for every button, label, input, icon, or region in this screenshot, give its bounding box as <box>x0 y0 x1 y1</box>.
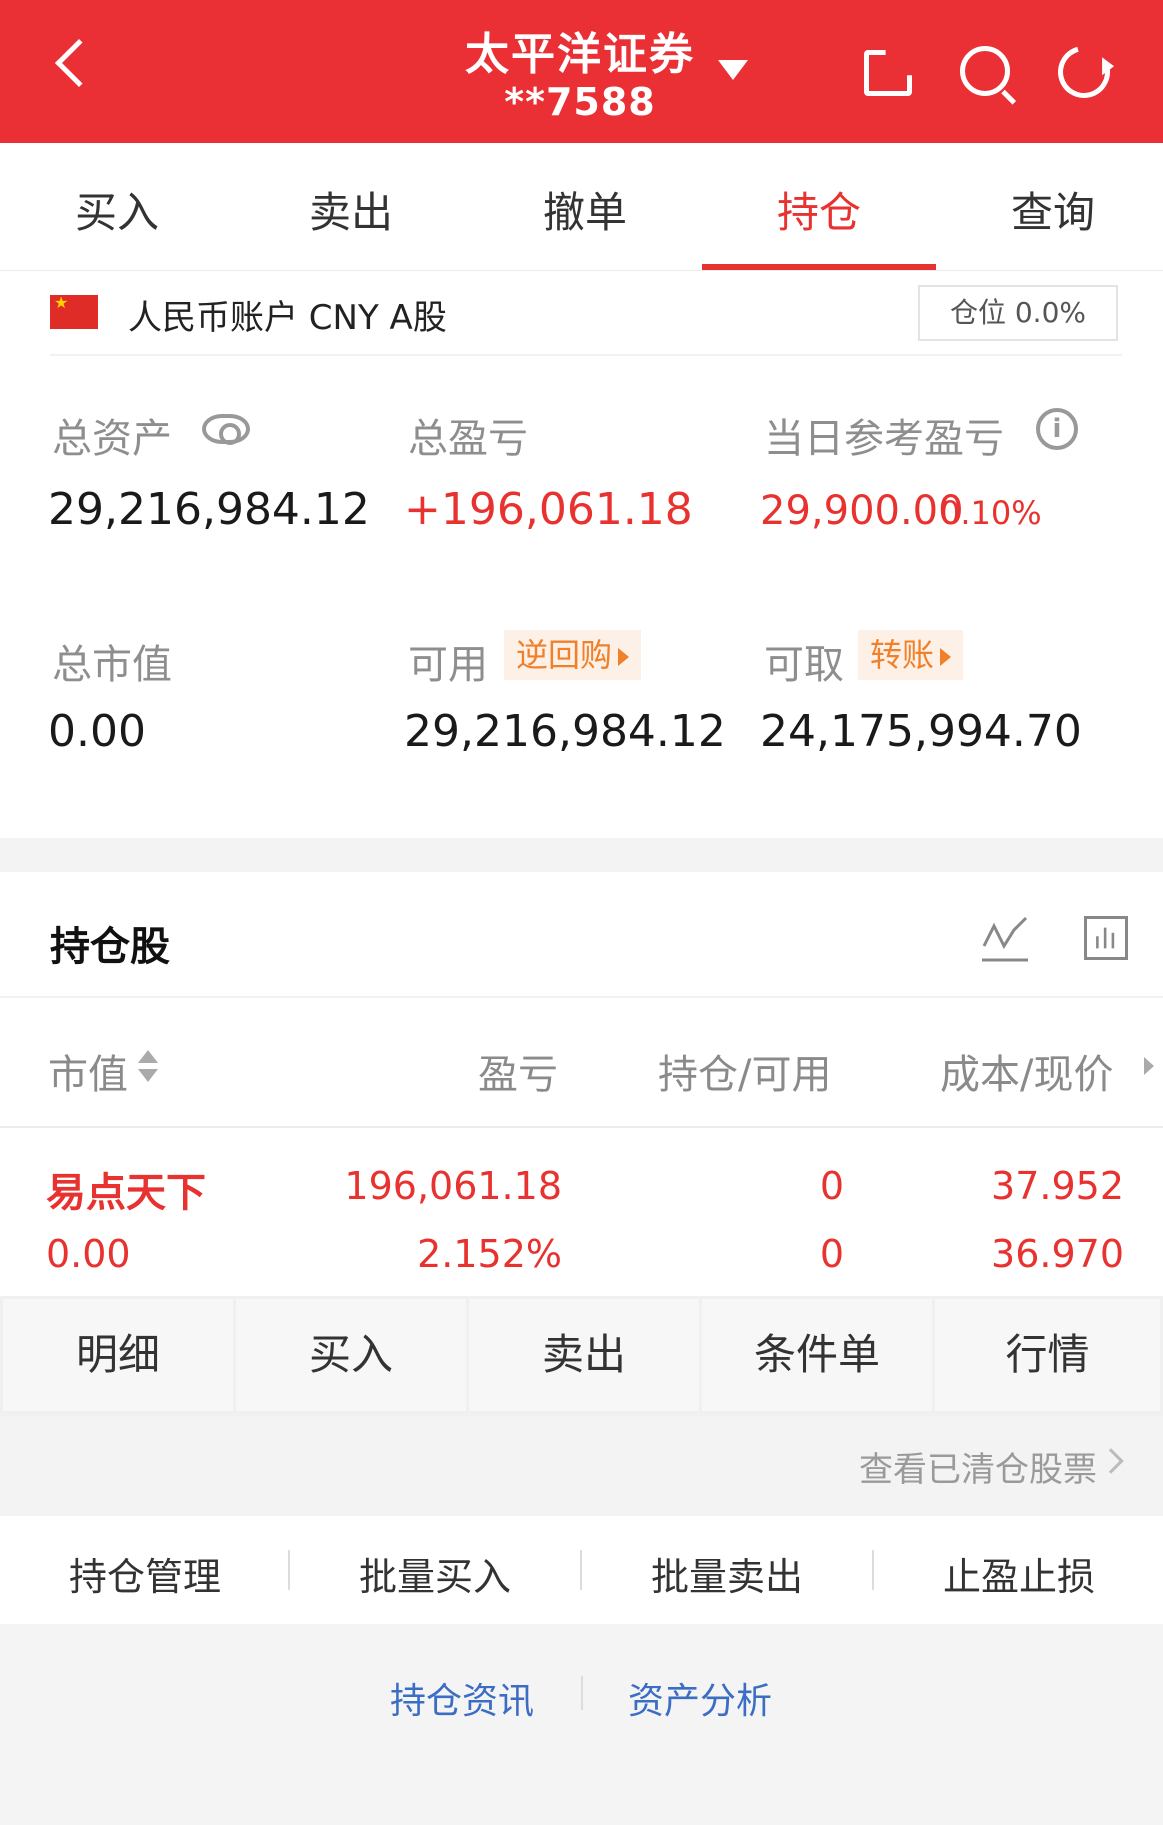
row-market-value: 0.00 <box>46 1232 131 1276</box>
total-assets-value: 29,216,984.12 <box>48 484 370 535</box>
row-price: 36.970 <box>991 1232 1124 1276</box>
holdings-news-link[interactable]: 持仓资讯 <box>390 1672 534 1724</box>
daily-pnl-value: 29,900.00 <box>760 488 964 534</box>
account-dropdown-icon[interactable] <box>718 60 748 80</box>
position-ratio-badge: 仓位 0.0% <box>918 285 1118 341</box>
divider <box>0 996 1163 998</box>
withdrawable-label: 可取 <box>764 642 844 688</box>
sort-icon[interactable] <box>138 1050 158 1086</box>
row-pnl: 196,061.18 <box>344 1164 562 1208</box>
conditional-order-button[interactable]: 条件单 <box>702 1299 932 1411</box>
tab-holdings[interactable]: 持仓 <box>702 179 936 240</box>
reverse-repo-label: 逆回购 <box>516 636 613 674</box>
back-icon[interactable] <box>54 38 104 88</box>
column-position-available: 持仓/可用 <box>658 1052 832 1098</box>
tab-query[interactable]: 查询 <box>936 179 1163 240</box>
triangle-right-icon <box>618 648 630 666</box>
eye-icon[interactable] <box>202 414 250 445</box>
search-icon[interactable] <box>960 46 1010 96</box>
quote-button[interactable]: 行情 <box>935 1299 1160 1411</box>
position-management-button[interactable]: 持仓管理 <box>0 1546 290 1601</box>
market-value-value: 0.00 <box>48 706 146 757</box>
bar-chart-icon[interactable] <box>1084 916 1128 960</box>
tab-sell[interactable]: 卖出 <box>234 179 468 240</box>
holdings-title: 持仓股 <box>50 924 170 970</box>
stock-name[interactable]: 易点天下 <box>46 1160 206 1218</box>
row-cost: 37.952 <box>991 1164 1124 1208</box>
available-label: 可用 <box>408 642 488 688</box>
batch-sell-button[interactable]: 批量卖出 <box>582 1546 872 1601</box>
tab-buy[interactable]: 买入 <box>0 179 234 240</box>
share-icon[interactable] <box>864 50 912 96</box>
daily-pnl-label: 当日参考盈亏 <box>764 416 1004 462</box>
row-available: 0 <box>819 1232 844 1276</box>
broker-title[interactable]: 太平洋证券 <box>420 18 740 82</box>
total-pnl-value: +196,061.18 <box>404 484 693 535</box>
top-bar: 太平洋证券 **7588 <box>0 0 1163 143</box>
china-flag-icon <box>50 293 98 329</box>
transfer-label: 转账 <box>870 636 935 674</box>
info-icon[interactable]: i <box>1036 408 1078 450</box>
trade-tabs: 买入 卖出 撤单 持仓 查询 <box>0 143 1163 271</box>
row-pnl-percent: 2.152% <box>417 1232 562 1276</box>
daily-pnl-percent: 0.10% <box>940 494 1042 532</box>
column-market-value[interactable]: 市值 <box>48 1042 128 1100</box>
section-gap <box>0 838 1163 872</box>
chevron-right-icon[interactable] <box>1144 1057 1154 1075</box>
footer: 持仓资讯 资产分析 <box>0 1624 1163 1825</box>
take-profit-stop-loss-button[interactable]: 止盈止损 <box>874 1546 1163 1601</box>
refresh-icon[interactable] <box>1048 36 1120 108</box>
triangle-right-icon <box>940 648 952 666</box>
column-pnl: 盈亏 <box>478 1052 558 1098</box>
divider <box>50 354 1122 356</box>
market-value-label: 总市值 <box>52 642 172 688</box>
account-type-label: 人民币账户 CNY A股 <box>128 298 447 338</box>
batch-buy-button[interactable]: 批量买入 <box>290 1546 580 1601</box>
holdings-tools: 持仓管理 批量买入 批量卖出 止盈止损 <box>0 1516 1163 1624</box>
divider <box>581 1676 583 1710</box>
row-actions-bar: 明细 买入 卖出 条件单 行情 <box>0 1296 1163 1416</box>
available-value: 29,216,984.12 <box>404 706 726 757</box>
view-cleared-stocks-link[interactable]: 查看已清仓股票 <box>859 1442 1097 1491</box>
asset-analysis-link[interactable]: 资产分析 <box>628 1672 772 1724</box>
tab-cancel[interactable]: 撤单 <box>468 179 702 240</box>
divider <box>0 1126 1163 1128</box>
total-pnl-label: 总盈亏 <box>408 416 528 462</box>
row-position: 0 <box>819 1164 844 1208</box>
line-chart-icon[interactable] <box>982 916 1028 962</box>
details-button[interactable]: 明细 <box>3 1299 233 1411</box>
total-assets-label: 总资产 <box>52 416 172 462</box>
account-number[interactable]: **7588 <box>480 80 680 124</box>
reverse-repo-button[interactable]: 逆回购 <box>504 630 642 680</box>
transfer-button[interactable]: 转账 <box>858 630 964 680</box>
withdrawable-value: 24,175,994.70 <box>760 706 1082 757</box>
column-cost-price[interactable]: 成本/现价 <box>940 1042 1113 1100</box>
active-tab-indicator <box>702 264 936 270</box>
buy-button[interactable]: 买入 <box>236 1299 466 1411</box>
sell-button[interactable]: 卖出 <box>469 1299 699 1411</box>
